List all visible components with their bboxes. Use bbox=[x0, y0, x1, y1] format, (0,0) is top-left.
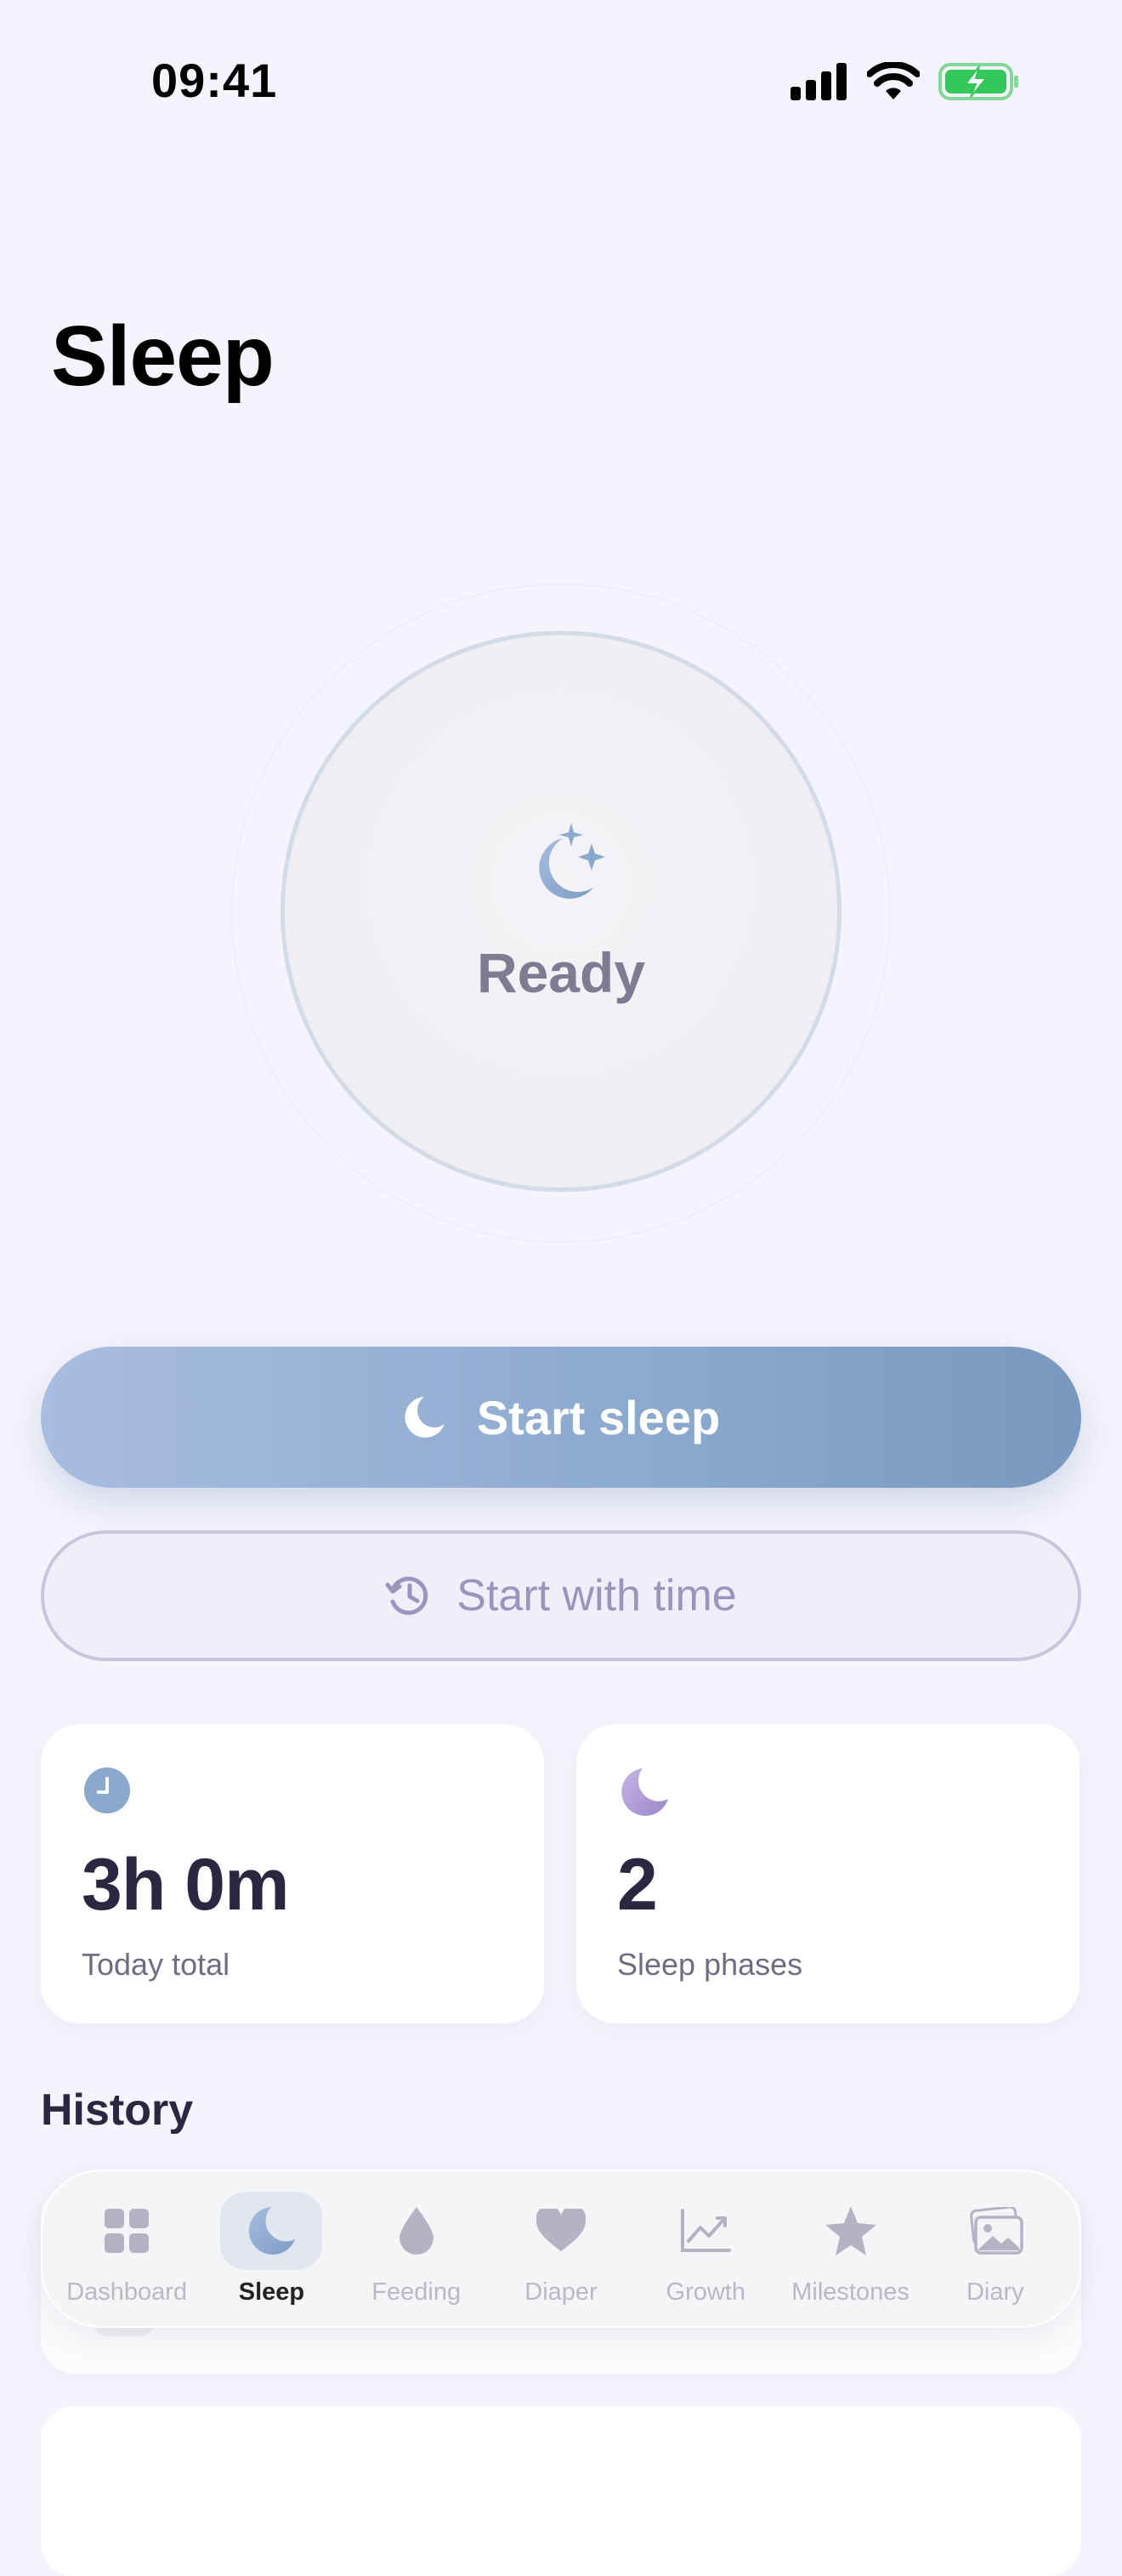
tab-label: Growth bbox=[666, 2278, 745, 2306]
tab-feeding[interactable]: Feeding bbox=[349, 2185, 484, 2312]
wifi-icon bbox=[867, 62, 920, 99]
tab-sleep[interactable]: Sleep bbox=[204, 2185, 338, 2312]
start-sleep-label: Start sleep bbox=[476, 1390, 721, 1444]
start-with-time-label: Start with time bbox=[456, 1571, 737, 1620]
tab-bar: Dashboard Sleep Feeding Diaper Growth Mi… bbox=[41, 2170, 1081, 2328]
history-entry[interactable] bbox=[41, 2406, 1081, 2576]
moon-icon bbox=[621, 1768, 668, 1816]
tab-label: Dashboard bbox=[66, 2278, 188, 2306]
tab-label: Sleep bbox=[238, 2278, 305, 2306]
tab-growth[interactable]: Growth bbox=[638, 2185, 773, 2312]
today-total-label: Today total bbox=[82, 1947, 230, 1982]
grid-icon bbox=[105, 2208, 150, 2253]
clock-icon bbox=[84, 1767, 130, 1813]
tab-milestones[interactable]: Milestones bbox=[784, 2185, 918, 2312]
tab-label: Diary bbox=[966, 2278, 1024, 2306]
tab-label: Milestones bbox=[791, 2278, 910, 2306]
moon-icon bbox=[249, 2206, 296, 2255]
tab-dashboard[interactable]: Dashboard bbox=[60, 2185, 194, 2312]
chart-icon bbox=[681, 2208, 732, 2252]
status-icons bbox=[790, 60, 1020, 104]
stat-card-sleep-phases: 2 Sleep phases bbox=[576, 1724, 1080, 2023]
page-title: Sleep bbox=[51, 309, 275, 404]
moon-stars-icon bbox=[539, 823, 605, 899]
tab-label: Feeding bbox=[371, 2278, 462, 2306]
tab-label: Diaper bbox=[524, 2278, 598, 2306]
status-time: 09:41 bbox=[151, 54, 278, 107]
stat-card-today-total: 3h 0m Today total bbox=[41, 1724, 544, 2023]
start-with-time-button[interactable]: Start with time bbox=[41, 1530, 1081, 1661]
drop-icon bbox=[399, 2206, 434, 2255]
battery-charging-icon bbox=[938, 63, 1018, 100]
history-clock-icon bbox=[385, 1576, 428, 1615]
today-total-value: 3h 0m bbox=[82, 1844, 290, 1926]
sleep-phases-value: 2 bbox=[617, 1844, 658, 1926]
timer-state-label: Ready bbox=[476, 941, 646, 1004]
sleep-phases-label: Sleep phases bbox=[617, 1947, 803, 1982]
heart-icon bbox=[536, 2208, 586, 2251]
moon-icon bbox=[405, 1397, 445, 1438]
photos-icon bbox=[969, 2206, 1023, 2255]
cellular-signal-icon bbox=[790, 63, 847, 100]
tab-diaper[interactable]: Diaper bbox=[494, 2185, 628, 2312]
star-icon bbox=[824, 2205, 876, 2255]
tab-diary[interactable]: Diary bbox=[928, 2185, 1062, 2312]
start-sleep-button[interactable]: Start sleep bbox=[41, 1347, 1081, 1488]
history-heading: History bbox=[41, 2085, 194, 2135]
